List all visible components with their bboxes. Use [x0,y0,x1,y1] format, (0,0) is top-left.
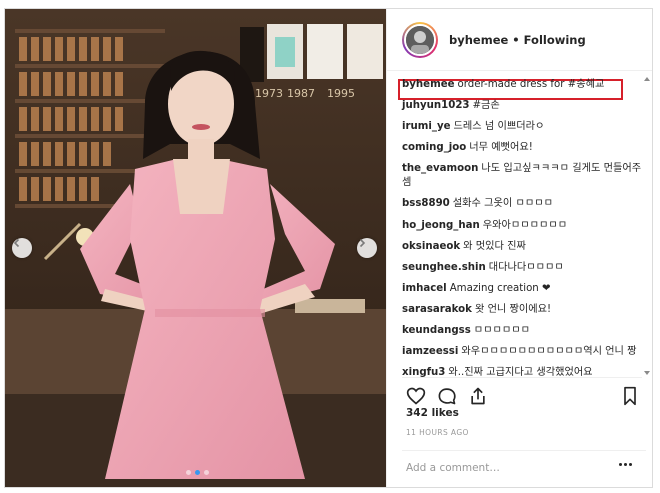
comment-text: 왓 언니 짱이에요! [474,303,552,315]
post-photo[interactable]: 1973 1987 1995 [5,9,386,487]
comment-username[interactable]: seunghee.shin [402,262,486,273]
comment-username[interactable]: the_evamoon [402,163,478,174]
comment-username[interactable]: oksinaeok [402,241,460,252]
photo-illustration: 1973 1987 1995 [5,9,386,487]
shelf-label-0: 1973 [255,87,283,100]
comment-username[interactable]: ho_jeong_han [402,220,480,231]
carousel-indicator [186,470,209,475]
comment-item: iamzeessi 와우ㅁㅁㅁㅁㅁㅁㅁㅁㅁㅁㅁ역시 언니 짱 [402,345,646,359]
comment-username[interactable]: bss8890 [402,198,450,209]
previous-photo-button[interactable] [12,238,32,258]
comment-username[interactable]: juhyun1023 [402,100,470,111]
comment-item: bss8890 설화수 그옷이 ㅁㅁㅁㅁ [402,197,646,211]
comment-text: 대다나다ㅁㅁㅁㅁ [488,261,564,273]
comment-item: juhyun1023 #금손 [402,99,646,113]
carousel-dot-active [195,470,200,475]
next-photo-button[interactable] [357,238,377,258]
avatar[interactable] [402,21,438,58]
post-header: byhemee • Following [387,9,652,71]
comment-item: keundangss ㅁㅁㅁㅁㅁㅁ [402,324,646,338]
scroll-down-arrow-icon[interactable] [644,371,650,375]
share-icon[interactable] [468,386,488,410]
post-details: byhemee • Following byhemee order-made dr… [386,9,652,487]
following-button[interactable]: Following [524,33,586,47]
comment-item: oksinaeok 와 멋있다 진짜 [402,240,646,254]
username-link[interactable]: byhemee [449,33,508,47]
caption-username[interactable]: byhemee [402,79,455,90]
bookmark-icon[interactable] [620,386,640,410]
comment-text: 설화수 그옷이 ㅁㅁㅁㅁ [452,198,553,210]
header-text: byhemee • Following [449,33,586,47]
comment-username[interactable]: irumi_ye [402,121,451,132]
add-comment-input[interactable] [402,461,602,474]
comments-list: byhemee order-made dress for #송혜교 juhyun1… [402,78,646,387]
comment-item: sarasarakok 왓 언니 짱이에요! [402,303,646,317]
add-comment-section [402,450,646,484]
comment-text: 와 멋있다 진짜 [463,240,526,252]
dot [619,463,622,466]
dot [629,463,632,466]
likes-count[interactable]: 342 likes [406,407,459,419]
chevron-right-icon [359,238,366,248]
carousel-dot [186,470,191,475]
action-bar [402,377,642,406]
comment-text: 우와아ㅁㅁㅁㅁㅁㅁ [482,219,568,231]
dot [624,463,627,466]
comment-text: #금손 [472,100,500,112]
comment-item: ho_jeong_han 우와아ㅁㅁㅁㅁㅁㅁ [402,219,646,233]
chevron-left-icon [13,238,20,248]
comment-text: Amazing creation ❤ [449,282,551,294]
avatar-image [404,23,436,56]
comment-item: irumi_ye 드레스 넘 이쁘더라ㅇ [402,120,646,134]
separator-dot: • [512,32,520,47]
comment-username[interactable]: coming_joo [402,142,466,153]
shelf-label-1: 1987 [287,87,315,100]
comment-text: ㅁㅁㅁㅁㅁㅁ [473,325,530,337]
carousel-dot [204,470,209,475]
comment-item: imhacel Amazing creation ❤ [402,282,646,296]
comment-item: the_evamoon 나도 입고싶ㅋㅋㅋㅁ 길게도 먼들어주셈 [402,162,646,190]
post-timestamp[interactable]: 11 HOURS AGO [406,428,469,437]
ellipsis-icon[interactable] [619,463,632,466]
comments-scrollbar[interactable] [644,77,650,375]
caption: byhemee order-made dress for #송혜교 [402,78,646,92]
comment-username[interactable]: imhacel [402,283,447,294]
comment-item: coming_joo 너무 예뻣어요! [402,141,646,155]
comment-text: 드레스 넘 이쁘더라ㅇ [453,121,545,133]
comment-username[interactable]: iamzeessi [402,346,458,357]
shelf-label-2: 1995 [327,87,355,100]
scroll-up-arrow-icon[interactable] [644,77,650,81]
avatar-photo-icon [406,25,434,54]
comment-item: seunghee.shin 대다나다ㅁㅁㅁㅁ [402,261,646,275]
instagram-post: 1973 1987 1995 byhemee • Following byhem… [4,8,653,488]
comment-username[interactable]: sarasarakok [402,304,472,315]
caption-text: order-made dress for #송혜교 [457,79,605,90]
comment-text: 너무 예뻣어요! [469,142,533,154]
comment-text: 와우ㅁㅁㅁㅁㅁㅁㅁㅁㅁㅁㅁ역시 언니 짱 [461,346,637,358]
comment-username[interactable]: keundangss [402,325,471,336]
